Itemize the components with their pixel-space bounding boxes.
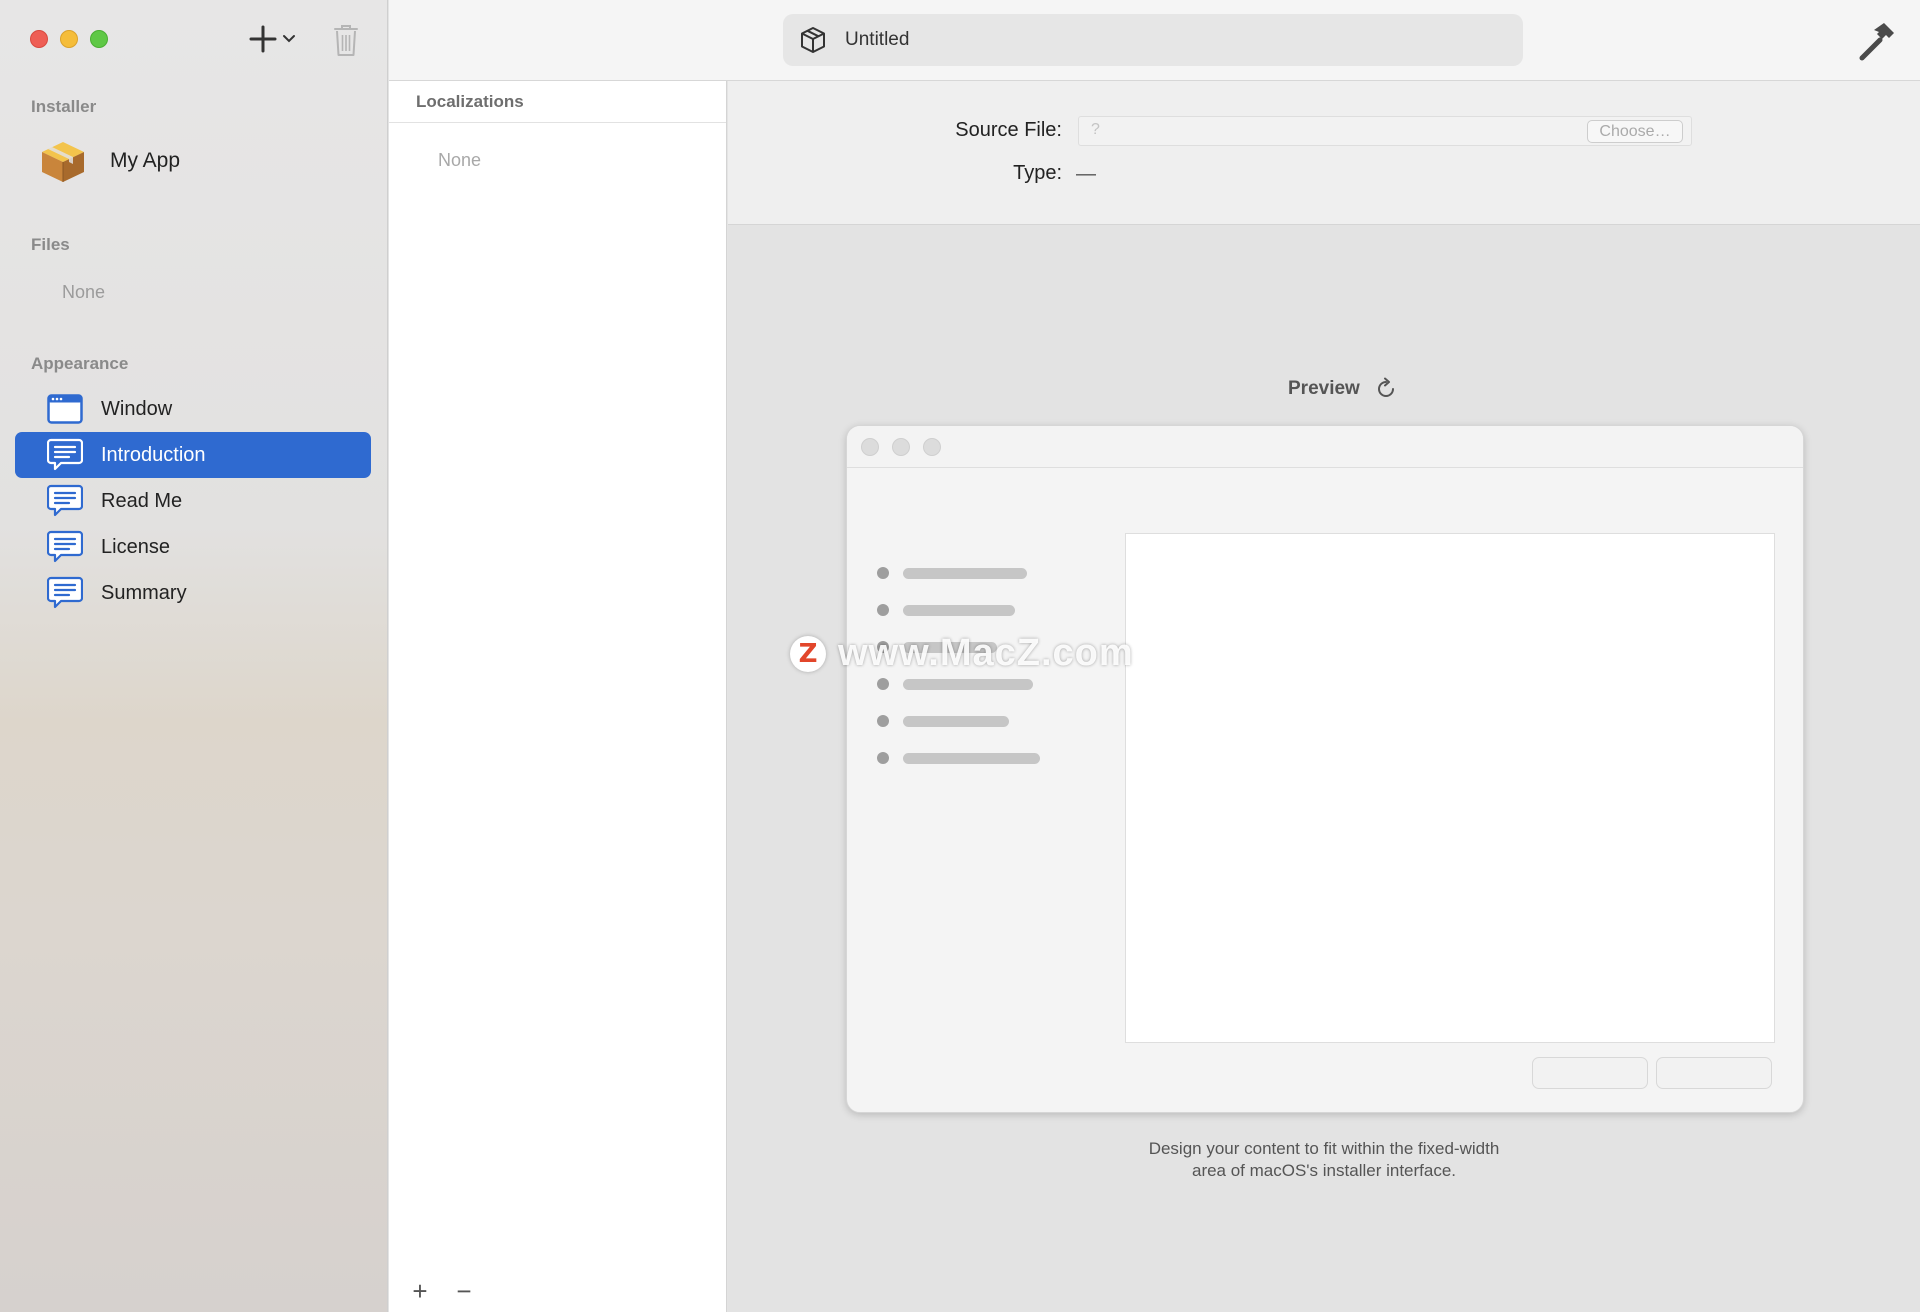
preview-title: Preview xyxy=(1288,378,1360,399)
preview-step-placeholder xyxy=(877,715,1009,727)
close-window-button[interactable] xyxy=(30,30,48,48)
sidebar-item-label: License xyxy=(101,535,170,558)
preview-header: Preview xyxy=(1288,377,1398,401)
installer-app-item[interactable]: My App xyxy=(38,138,180,184)
document-title-field[interactable]: Untitled xyxy=(783,14,1523,66)
preview-step-placeholder xyxy=(877,604,1015,616)
localizations-header: Localizations xyxy=(389,81,726,123)
refresh-icon[interactable] xyxy=(1374,377,1398,401)
preview-hint: Design your content to fit within the fi… xyxy=(728,1138,1920,1182)
source-file-value: ? xyxy=(1091,121,1100,138)
document-title: Untitled xyxy=(845,29,910,50)
add-menu-button[interactable] xyxy=(248,22,304,56)
toolbar: Untitled xyxy=(389,0,1920,81)
text-bubble-icon xyxy=(47,484,83,517)
preview-step-placeholder xyxy=(877,678,1033,690)
files-empty-label: None xyxy=(62,282,106,302)
sidebar-item-summary[interactable]: Summary xyxy=(15,570,371,616)
preview-hint-line: Design your content to fit within the fi… xyxy=(1148,1139,1500,1158)
sidebar-item-introduction[interactable]: Introduction xyxy=(15,432,371,478)
minimize-window-button[interactable] xyxy=(60,30,78,48)
type-label: Type: xyxy=(1013,162,1062,184)
localizations-empty-label: None xyxy=(438,150,482,170)
type-value: — xyxy=(1076,163,1096,185)
chevron-down-icon xyxy=(283,35,295,43)
add-localization-button[interactable]: + xyxy=(409,1278,431,1304)
package-icon xyxy=(801,27,825,53)
preview-step-placeholder xyxy=(877,641,997,653)
preview-step-placeholder xyxy=(877,752,1040,764)
package-icon xyxy=(42,142,84,182)
source-file-field[interactable]: ? Choose… xyxy=(1078,116,1692,146)
window-controls xyxy=(30,30,108,48)
trash-icon xyxy=(334,25,358,56)
localizations-pane: Localizations None + − xyxy=(389,81,727,1312)
plus-icon xyxy=(249,25,277,53)
sidebar-item-window[interactable]: Window xyxy=(15,386,371,432)
text-bubble-icon xyxy=(47,576,83,609)
preview-back-button-placeholder xyxy=(1532,1057,1648,1089)
preview-continue-button-placeholder xyxy=(1656,1057,1772,1089)
sidebar-item-label: Window xyxy=(101,397,173,420)
hammer-icon xyxy=(1859,23,1894,61)
choose-button[interactable]: Choose… xyxy=(1587,120,1683,143)
preview-hint-line: area of macOS's installer interface. xyxy=(1191,1161,1457,1180)
sidebar-item-read-me[interactable]: Read Me xyxy=(15,478,371,524)
detail-pane: Source File: ? Choose… Type: — Preview D… xyxy=(728,81,1920,1312)
section-title-files: Files xyxy=(31,235,70,254)
preview-content-area xyxy=(1125,533,1775,1043)
source-file-label: Source File: xyxy=(955,119,1062,141)
section-title-installer: Installer xyxy=(31,97,97,116)
properties-panel: Source File: ? Choose… Type: — xyxy=(728,81,1920,225)
remove-localization-button[interactable]: − xyxy=(453,1278,475,1304)
installer-preview-window xyxy=(846,425,1804,1113)
text-bubble-icon xyxy=(47,530,83,563)
preview-zoom-dot xyxy=(923,438,941,456)
installer-app-label: My App xyxy=(110,149,181,172)
window-icon xyxy=(47,394,83,424)
delete-button[interactable] xyxy=(330,22,362,58)
preview-minimize-dot xyxy=(892,438,910,456)
sidebar: Installer My App Files None Appearance W… xyxy=(0,0,388,1312)
preview-close-dot xyxy=(861,438,879,456)
section-title-appearance: Appearance xyxy=(31,354,129,373)
build-button[interactable] xyxy=(1856,20,1898,62)
sidebar-item-label: Introduction xyxy=(101,443,206,466)
sidebar-item-label: Summary xyxy=(101,581,187,604)
preview-titlebar xyxy=(847,426,1803,468)
zoom-window-button[interactable] xyxy=(90,30,108,48)
localizations-footer: + − xyxy=(409,1278,475,1304)
text-bubble-icon xyxy=(47,438,83,471)
sidebar-item-label: Read Me xyxy=(101,489,183,512)
preview-step-placeholder xyxy=(877,567,1027,579)
sidebar-item-license[interactable]: License xyxy=(15,524,371,570)
